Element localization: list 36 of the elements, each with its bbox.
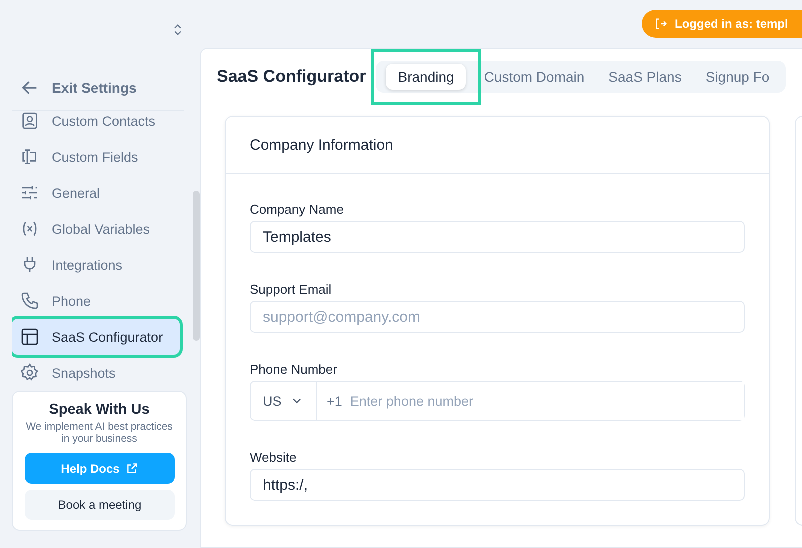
- field-label: Company Name: [250, 202, 345, 217]
- card-title: Company Information: [226, 117, 769, 174]
- field-label: Website: [250, 450, 298, 465]
- help-docs-button[interactable]: Help Docs: [25, 453, 175, 484]
- input-field[interactable]: https:/,: [250, 469, 745, 501]
- country-select[interactable]: US: [251, 382, 317, 420]
- tab[interactable]: SaaS Plans: [596, 64, 694, 90]
- input-field[interactable]: Templates: [250, 221, 745, 253]
- tab[interactable]: Branding: [386, 64, 466, 90]
- external-link-icon: [126, 462, 139, 475]
- exit-settings-button[interactable]: Exit Settings: [12, 70, 184, 111]
- sidebar-item[interactable]: Custom Fields: [12, 139, 180, 175]
- sidebar-item[interactable]: Global Variables: [12, 211, 180, 247]
- dial-code: +1: [327, 394, 342, 408]
- tab[interactable]: Signup Fo: [694, 64, 782, 90]
- contacts-icon: [20, 111, 40, 131]
- sidebar-item[interactable]: Snapshots: [12, 355, 180, 381]
- promo-title: Speak With Us: [48, 402, 151, 418]
- tab[interactable]: Custom Domain: [472, 64, 597, 90]
- field-label: Phone Number: [250, 362, 338, 377]
- sidebar-item[interactable]: Integrations: [12, 247, 180, 283]
- sidebar-item[interactable]: General: [12, 175, 180, 211]
- input-field[interactable]: support@company.com: [250, 301, 745, 333]
- layout-icon: [20, 327, 40, 347]
- phone-field[interactable]: US +1 Enter phone number: [250, 381, 745, 421]
- book-meeting-button[interactable]: Book a meeting: [25, 490, 175, 520]
- page-title: SaaS Configurator: [217, 67, 366, 87]
- logout-icon: [654, 17, 668, 31]
- sidebar-item[interactable]: SaaS Configurator: [12, 319, 180, 355]
- promo-text: We implement AI best practices in your business: [25, 421, 174, 445]
- sidebar-item[interactable]: Phone: [12, 283, 180, 319]
- sidebar-item[interactable]: Custom Contacts: [12, 111, 180, 139]
- phone-icon: [20, 291, 40, 311]
- gear-icon: [20, 363, 40, 381]
- field-label: Support Email: [250, 282, 333, 297]
- scrollbar[interactable]: [193, 191, 200, 341]
